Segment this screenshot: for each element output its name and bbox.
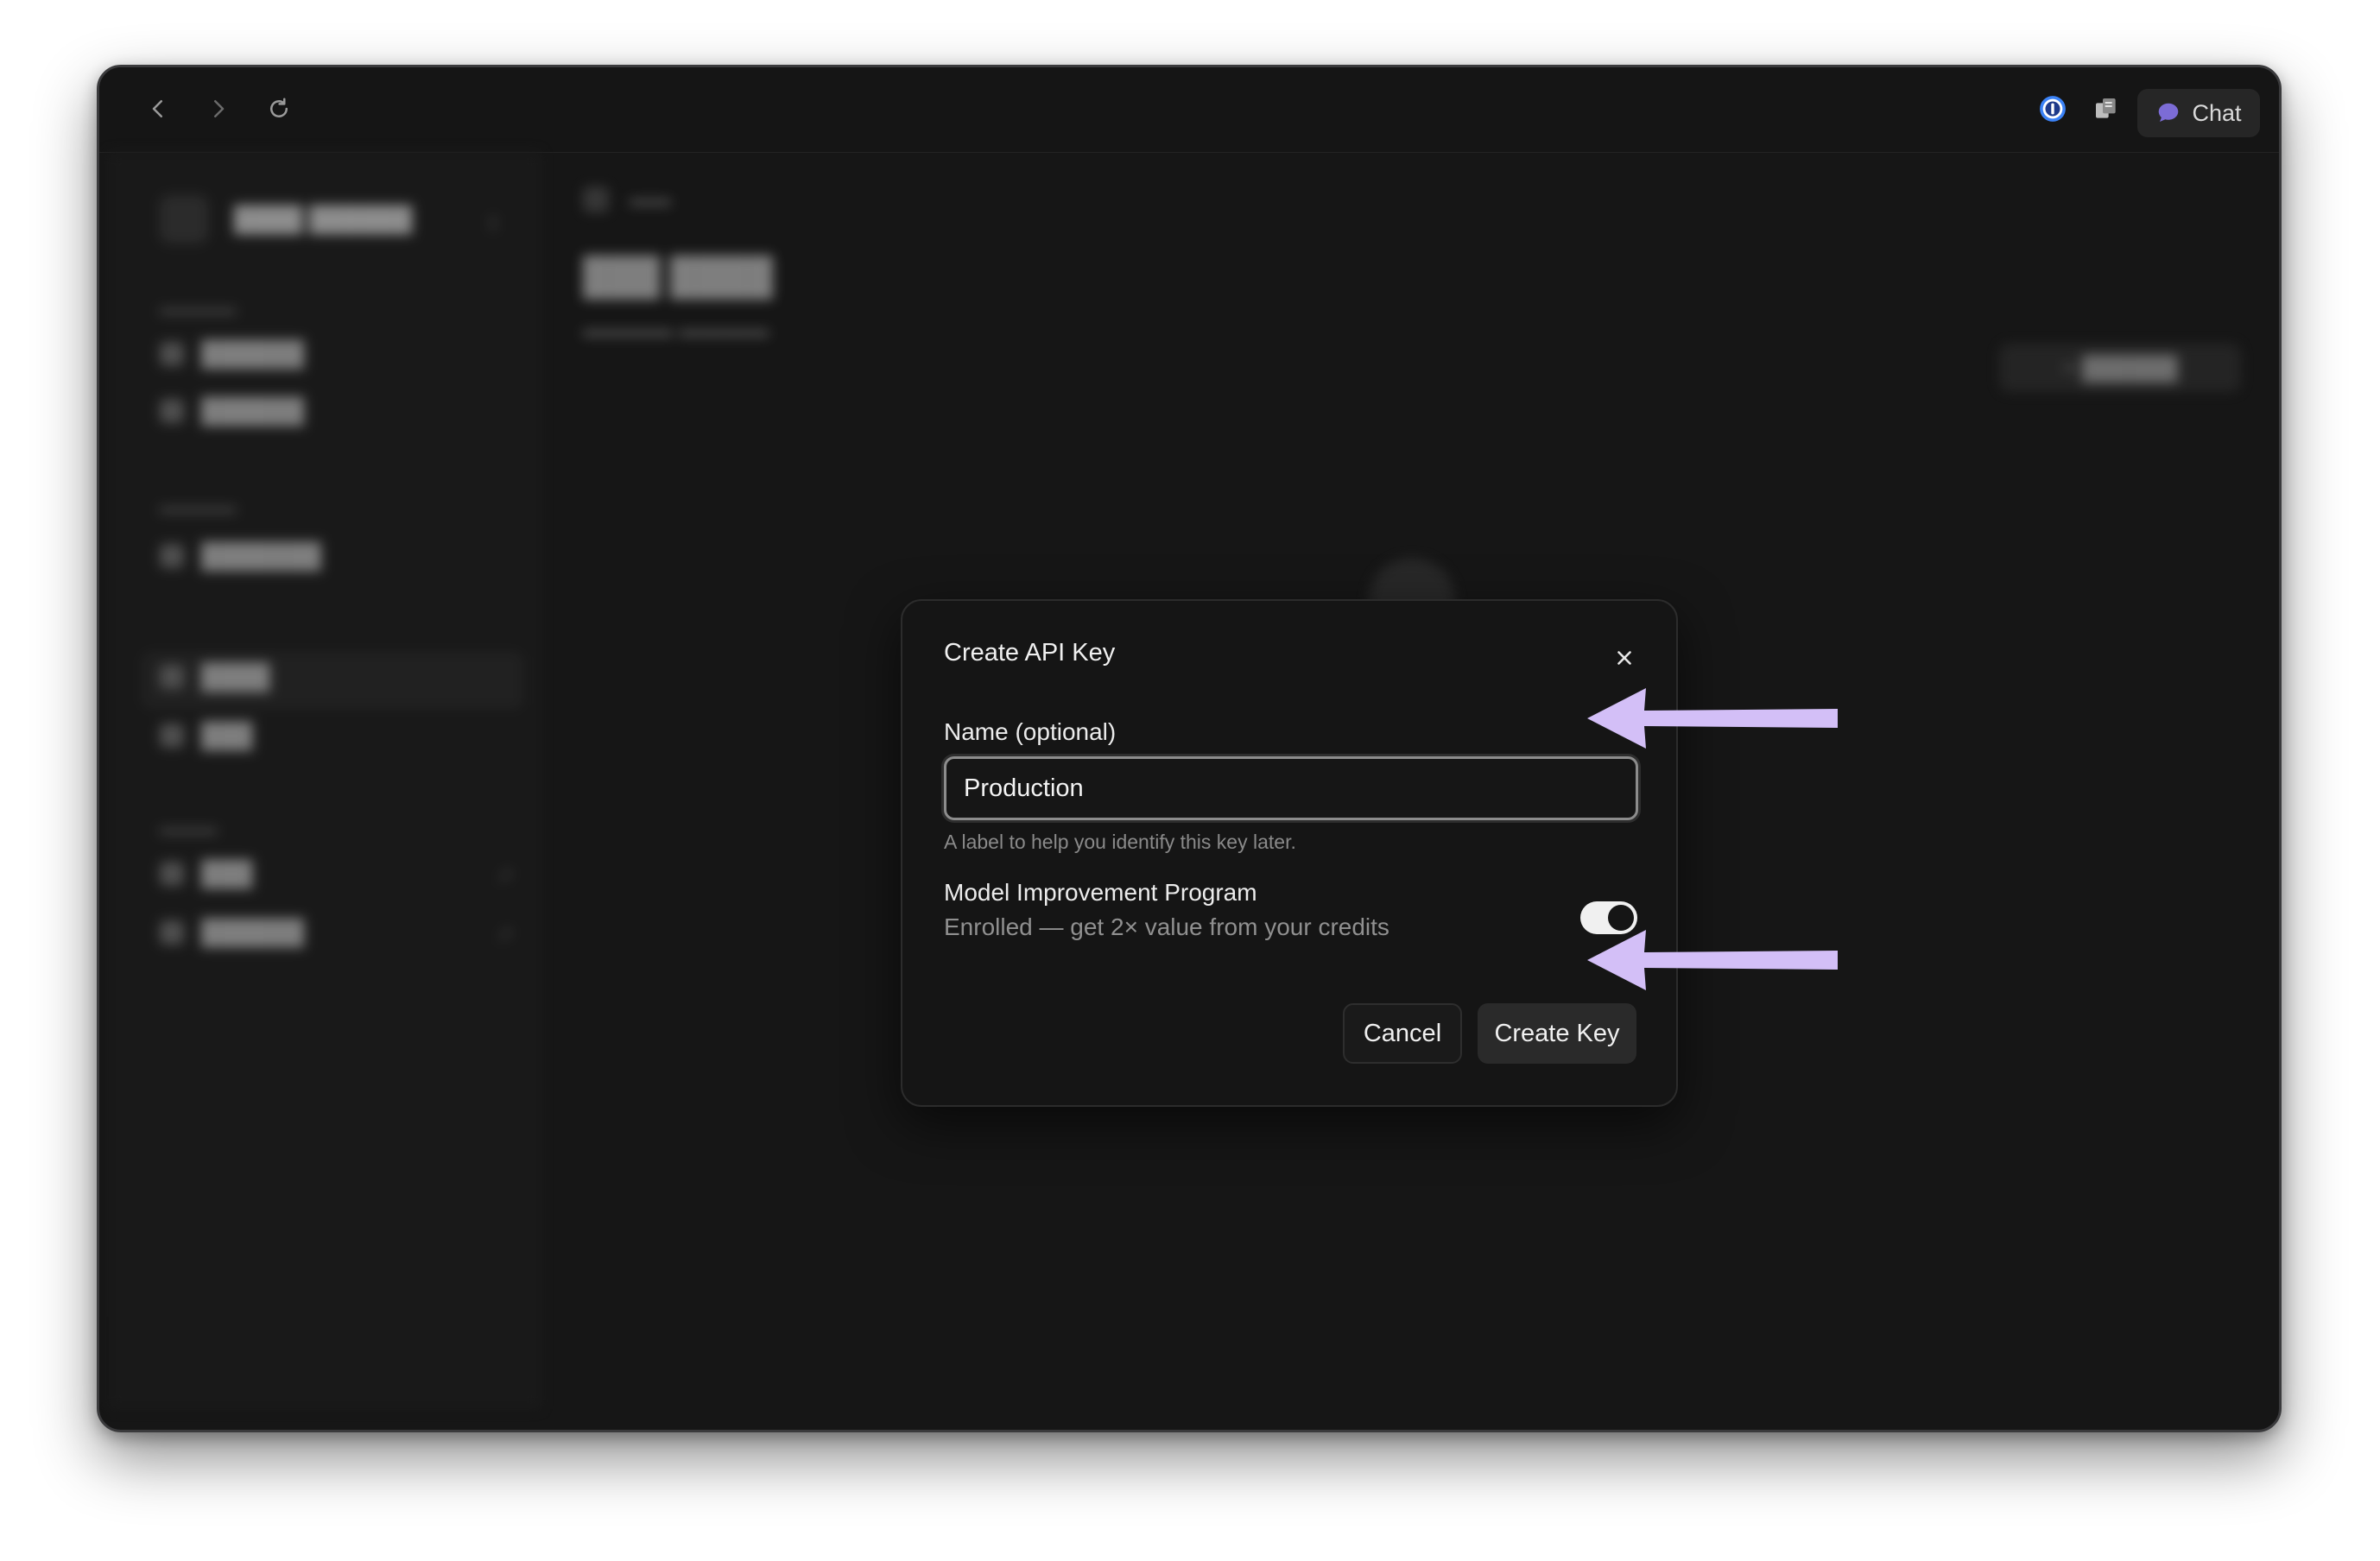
name-field-label: Name (optional) [944,718,1117,745]
forward-button[interactable] [201,92,236,126]
external-link-icon: ↗ [497,924,513,945]
sidebar-item-icon [160,665,184,689]
dialog-title: Create API Key [944,639,1116,667]
browser-toolbar: Chat [99,67,2279,153]
page-title-blurred: ███ ████ [583,256,773,296]
browser-window: Chat ████ ██████ ↕ ▬▬▬▬ ██████ ██████ ▬▬… [97,65,2282,1432]
sidebar-item-icon [160,342,184,366]
extension-icon [2096,98,2116,118]
toggle-knob [1608,905,1634,931]
sidebar-section: ▬▬▬ [160,817,217,838]
sidebar-item-icon [160,862,184,886]
sidebar-item-icon [160,544,184,568]
sidebar-item: ██████ [160,397,304,425]
close-icon [1617,651,1631,665]
sidebar-item: ███████ [160,542,321,570]
sidebar-username-blurred: ████ ██████ [234,205,413,232]
extension-button[interactable] [2087,90,2125,128]
breadcrumb-icon [583,186,609,212]
annotation-arrow-left-icon [1587,930,1838,990]
sidebar: ████ ██████ ↕ ▬▬▬▬ ██████ ██████ ▬▬▬▬ ██… [108,152,541,1409]
sidebar-user: ████ ██████ [160,195,412,243]
close-button[interactable] [1607,641,1642,675]
sidebar-item: ████ [160,663,269,691]
cancel-button[interactable]: Cancel [1343,1003,1462,1064]
create-api-key-button-blurred: + ██████ [1999,344,2241,392]
avatar [160,195,208,243]
chat-button[interactable]: Chat [2137,89,2260,137]
chevron-updown-icon: ↕ [488,211,498,234]
chevron-right-icon [214,100,225,117]
annotation-arrow-left-icon [1587,688,1838,749]
reload-icon [270,98,288,117]
create-api-key-dialog: Create API Key Name (optional) A label t… [901,599,1678,1107]
password-manager-button[interactable] [2034,90,2072,128]
model-improvement-title: Model Improvement Program [944,879,1257,906]
reload-button[interactable] [262,92,296,126]
sidebar-section: ▬▬▬▬ [160,297,236,319]
page-subtitle-blurred: ▬▬▬▬ ▬▬▬▬ [583,316,769,342]
chat-label: Chat [2192,99,2242,126]
sidebar-item-icon [160,399,184,423]
sidebar-item-icon [160,724,184,748]
name-input[interactable] [944,756,1638,820]
external-link-icon: ↗ [497,865,513,887]
model-improvement-subtitle: Enrolled — get 2× value from your credit… [944,913,1389,940]
sidebar-item: ███ [160,860,253,888]
name-help-text: A label to help you identify this key la… [944,831,1296,853]
chat-bubble-icon [2159,103,2179,122]
breadcrumb: ▬▬ [583,186,671,212]
chevron-left-icon [152,100,162,117]
password-manager-icon [2040,96,2066,122]
back-button[interactable] [141,92,175,126]
sidebar-item: ███ [160,722,253,749]
create-key-button[interactable]: Create Key [1478,1003,1636,1064]
sidebar-item: ██████ [160,919,304,946]
sidebar-item-icon [160,920,184,945]
sidebar-item: ██████ [160,340,304,368]
sidebar-section: ▬▬▬▬ [160,496,236,517]
